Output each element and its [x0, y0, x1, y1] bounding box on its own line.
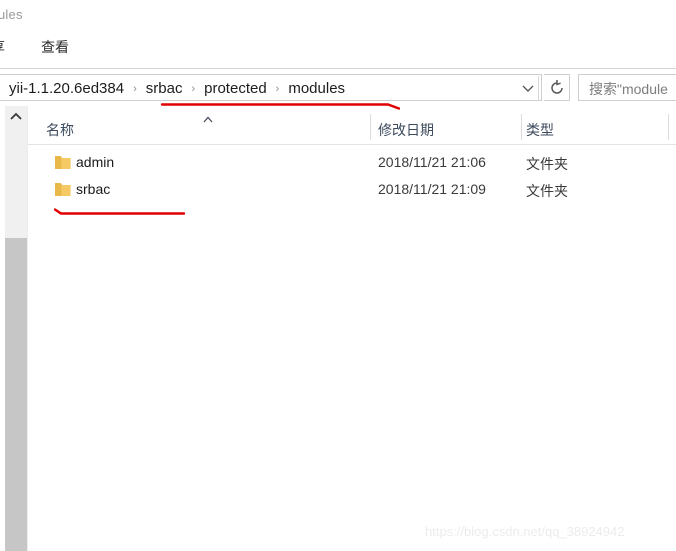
column-divider[interactable]	[370, 114, 371, 140]
breadcrumb-item-modules[interactable]: modules	[286, 79, 347, 99]
column-header-name[interactable]: 名称	[46, 120, 74, 140]
breadcrumb-separator: ›	[191, 82, 196, 95]
folder-icon	[54, 181, 72, 198]
search-input[interactable]: 搜索"module	[578, 74, 676, 101]
column-header-divider	[28, 144, 676, 145]
file-date-modified: 2018/11/21 21:09	[378, 181, 486, 197]
column-header-row: 名称 修改日期 类型	[28, 106, 676, 144]
breadcrumb-item-srbac[interactable]: srbac	[144, 79, 185, 99]
search-placeholder-text: 搜索"module	[589, 81, 668, 97]
folder-path-icon: ›	[0, 81, 5, 95]
address-bar[interactable]: › yii-1.1.20.6ed384 › srbac › protected …	[0, 74, 542, 101]
window-title: ules	[0, 7, 23, 22]
file-type: 文件夹	[526, 183, 568, 199]
breadcrumb-separator: ›	[275, 82, 280, 95]
tab-view[interactable]: 查看	[41, 34, 69, 60]
breadcrumb-item-root[interactable]: yii-1.1.20.6ed384	[7, 79, 126, 99]
column-divider[interactable]	[668, 114, 669, 140]
file-name[interactable]: srbac	[76, 181, 110, 197]
ribbon-tab-bar: 享 查看	[0, 34, 676, 68]
tab-share[interactable]: 享	[0, 34, 5, 60]
address-bar-row: › yii-1.1.20.6ed384 › srbac › protected …	[0, 74, 676, 102]
column-header-type[interactable]: 类型	[526, 120, 554, 140]
column-divider[interactable]	[521, 114, 522, 140]
column-header-date-modified[interactable]: 修改日期	[378, 120, 434, 140]
file-list: admin 2018/11/21 21:06 文件夹 srbac 2018/11…	[28, 150, 676, 204]
ribbon-divider	[0, 68, 676, 69]
breadcrumb: yii-1.1.20.6ed384 › srbac › protected › …	[7, 78, 347, 99]
window-titlebar: ules	[0, 0, 676, 32]
watermark: https://blog.csdn.net/qq_38924942	[425, 524, 625, 539]
table-row[interactable]: admin 2018/11/21 21:06 文件夹	[28, 150, 676, 177]
scrollbar-thumb[interactable]	[5, 238, 27, 551]
file-name[interactable]: admin	[76, 154, 114, 170]
address-bar-divider	[538, 76, 539, 101]
sort-ascending-icon	[201, 111, 215, 123]
table-row[interactable]: srbac 2018/11/21 21:09 文件夹	[28, 177, 676, 204]
scroll-up-icon[interactable]	[5, 106, 27, 126]
breadcrumb-separator: ›	[133, 82, 137, 95]
chevron-down-icon[interactable]	[519, 79, 537, 97]
folder-icon	[54, 154, 72, 171]
breadcrumb-item-protected[interactable]: protected	[202, 79, 269, 99]
annotation-underline-srbac	[53, 204, 186, 215]
vertical-scrollbar[interactable]	[5, 106, 27, 551]
refresh-icon	[548, 79, 566, 97]
file-date-modified: 2018/11/21 21:06	[378, 154, 486, 170]
file-type: 文件夹	[526, 156, 568, 172]
